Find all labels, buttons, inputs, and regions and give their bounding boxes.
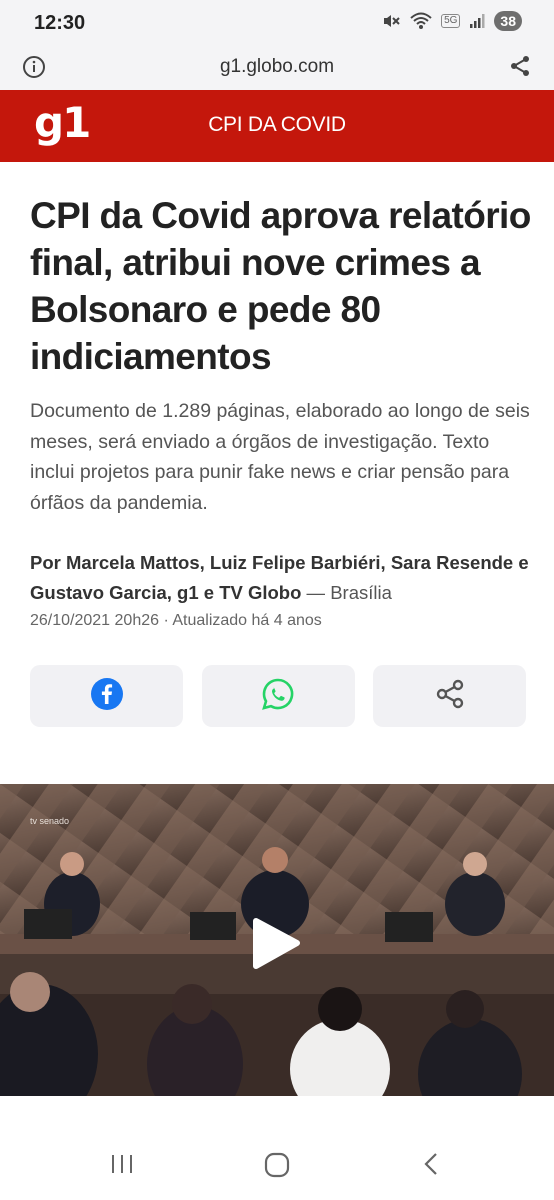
battery-indicator: 38 [494, 11, 522, 31]
article-headline: CPI da Covid aprova relatório final, atr… [30, 195, 531, 377]
back-icon[interactable] [420, 1152, 444, 1181]
recents-icon[interactable] [110, 1152, 134, 1181]
video-watermark: tv senado [30, 816, 69, 826]
generic-share-button[interactable] [373, 665, 526, 727]
facebook-share-button[interactable] [30, 665, 183, 727]
mute-icon [381, 11, 401, 31]
article-subtitle: Documento de 1.289 páginas, elaborado ao… [30, 400, 530, 514]
byline-authors: Por Marcela Mattos, Luiz Felipe Barbiéri… [30, 552, 529, 603]
browser-url-bar[interactable]: g1.globo.com [0, 44, 554, 90]
byline-separator: — [306, 582, 331, 603]
status-time: 12:30 [34, 12, 86, 34]
status-icons: 5G 38 [381, 11, 522, 31]
video-frame: tv senado [0, 784, 554, 1096]
article-byline: Por Marcela Mattos, Luiz Felipe Barbiéri… [30, 548, 540, 608]
share-row [30, 665, 526, 727]
home-icon[interactable] [264, 1152, 290, 1183]
whatsapp-icon [261, 677, 295, 716]
share-icon [434, 678, 466, 715]
video-player[interactable]: tv senado [0, 784, 554, 1096]
share-icon[interactable] [508, 54, 532, 83]
section-title[interactable]: CPI DA COVID [0, 113, 554, 137]
whatsapp-share-button[interactable] [201, 665, 355, 727]
signal-icon [469, 13, 485, 29]
system-nav-bar [0, 1130, 554, 1200]
info-icon[interactable] [22, 55, 46, 84]
byline-location: Brasília [330, 582, 392, 603]
article-date: 26/10/2021 20h26 · Atualizado há 4 anos [30, 612, 322, 629]
site-header: g1 CPI DA COVID [0, 90, 554, 162]
url-text[interactable]: g1.globo.com [0, 56, 554, 78]
wifi-icon [410, 12, 432, 30]
facebook-icon [90, 677, 123, 715]
network-type-icon: 5G [441, 14, 461, 28]
status-bar: 12:30 5G 38 [0, 0, 554, 44]
